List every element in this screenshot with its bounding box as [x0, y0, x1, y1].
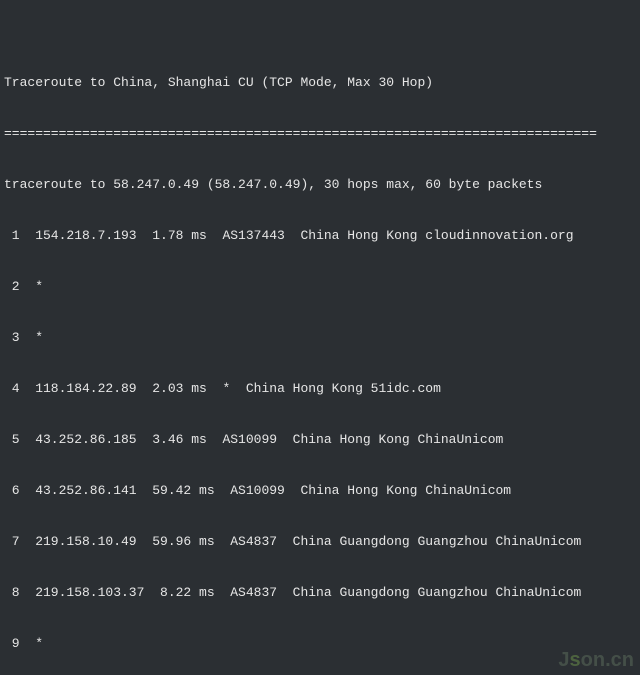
hop-row: 543.252.86.185 3.46 ms AS10099 China Hon…	[4, 431, 636, 448]
terminal-output: Traceroute to China, Shanghai CU (TCP Mo…	[0, 0, 640, 675]
hop-row: 3*	[4, 329, 636, 346]
hop-row: 4118.184.22.89 2.03 ms * China Hong Kong…	[4, 380, 636, 397]
hop-row: 643.252.86.141 59.42 ms AS10099 China Ho…	[4, 482, 636, 499]
hop-row: 8219.158.103.37 8.22 ms AS4837 China Gua…	[4, 584, 636, 601]
separator-line: ========================================…	[4, 125, 636, 142]
hop-row: 9*	[4, 635, 636, 652]
traceroute-title: Traceroute to China, Shanghai CU (TCP Mo…	[4, 74, 636, 91]
hop-row: 1154.218.7.193 1.78 ms AS137443 China Ho…	[4, 227, 636, 244]
hop-row: 2*	[4, 278, 636, 295]
traceroute-summary: traceroute to 58.247.0.49 (58.247.0.49),…	[4, 176, 636, 193]
hop-row: 7219.158.10.49 59.96 ms AS4837 China Gua…	[4, 533, 636, 550]
